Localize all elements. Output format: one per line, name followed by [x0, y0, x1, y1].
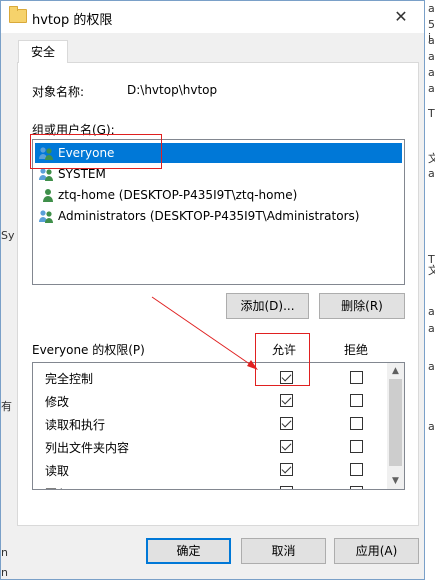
bg-text: ar [428, 82, 435, 95]
permissions-dialog: Sy 有 n n hvtop 的权限 ✕ 安全 对象名称: D:\hvtop\h… [0, 0, 425, 580]
annotation-arrow [151, 296, 258, 370]
bg-text: ar [428, 360, 435, 373]
bg-text: ar [428, 34, 435, 47]
bg-text: ar [428, 50, 435, 63]
bg-text: T [428, 107, 435, 120]
bg-text: ar [428, 420, 435, 433]
bg-text: 文 [428, 264, 435, 277]
bg-text: ar [428, 167, 435, 180]
bg-text: ar [428, 66, 435, 79]
bg-text: 文 [428, 152, 435, 165]
bg-text: ar [428, 322, 435, 335]
bg-text: ar [428, 305, 435, 318]
tab-security[interactable]: 安全 [18, 40, 68, 63]
bg-text: ar [428, 2, 435, 15]
